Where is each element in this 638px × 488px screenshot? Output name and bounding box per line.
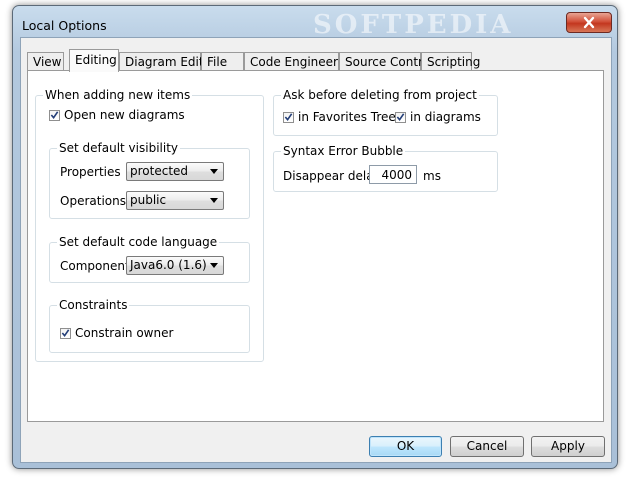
properties-visibility-value: protected bbox=[130, 164, 189, 178]
adding-items-legend: When adding new items bbox=[43, 88, 193, 102]
syntax-bubble-group: Syntax Error Bubble Disappear delay: ms bbox=[273, 144, 498, 192]
properties-visibility-select[interactable]: protected bbox=[126, 162, 224, 181]
cancel-button[interactable]: Cancel bbox=[450, 436, 524, 457]
properties-label: Properties bbox=[60, 165, 121, 179]
constrain-owner-checkbox[interactable]: Constrain owner bbox=[60, 326, 173, 340]
operations-visibility-value: public bbox=[130, 193, 167, 207]
components-label: Components bbox=[60, 259, 136, 273]
operations-label: Operations bbox=[60, 194, 126, 208]
editing-tab-panel: When adding new items Open new diagrams … bbox=[27, 70, 604, 422]
adding-items-group: When adding new items Open new diagrams … bbox=[35, 88, 264, 362]
open-new-diagrams-checkbox[interactable]: Open new diagrams bbox=[49, 108, 185, 122]
close-button[interactable] bbox=[566, 12, 612, 33]
favorites-tree-label: in Favorites Tree bbox=[298, 110, 396, 124]
window-title: Local Options bbox=[22, 18, 107, 33]
open-new-diagrams-label: Open new diagrams bbox=[64, 108, 185, 122]
chevron-down-icon bbox=[210, 198, 218, 203]
apply-button[interactable]: Apply bbox=[531, 436, 605, 457]
checkbox-box[interactable] bbox=[283, 111, 294, 123]
in-diagrams-label: in diagrams bbox=[410, 110, 481, 124]
chevron-down-icon bbox=[210, 263, 218, 268]
checkbox-box[interactable] bbox=[60, 327, 71, 339]
dialog-client-area: View Editing Diagram Editing File Code E… bbox=[20, 37, 612, 463]
checkbox-box[interactable] bbox=[395, 111, 406, 123]
visibility-legend: Set default visibility bbox=[57, 141, 181, 155]
operations-visibility-select[interactable]: public bbox=[126, 191, 224, 210]
checkmark-icon bbox=[284, 113, 293, 122]
checkmark-icon bbox=[61, 329, 70, 338]
ask-before-delete-group: Ask before deleting from project in Favo… bbox=[273, 88, 498, 136]
checkmark-icon bbox=[396, 113, 405, 122]
tab-editing[interactable]: Editing bbox=[69, 49, 119, 72]
code-language-group: Set default code language Components Jav… bbox=[49, 235, 250, 283]
tab-source-control[interactable]: Source Control bbox=[339, 52, 433, 70]
tab-file[interactable]: File bbox=[201, 52, 244, 70]
tab-scripting[interactable]: Scripting bbox=[421, 52, 480, 70]
softpedia-watermark: SOFTPEDIA bbox=[313, 10, 514, 40]
tab-code-engineering[interactable]: Code Engineering bbox=[244, 52, 357, 70]
close-icon bbox=[583, 16, 595, 29]
checkbox-box[interactable] bbox=[49, 109, 60, 121]
favorites-tree-checkbox[interactable]: in Favorites Tree bbox=[283, 110, 396, 124]
in-diagrams-checkbox[interactable]: in diagrams bbox=[395, 110, 481, 124]
constraints-legend: Constraints bbox=[57, 298, 130, 312]
components-language-select[interactable]: Java6.0 (1.6) bbox=[126, 256, 224, 275]
constrain-owner-label: Constrain owner bbox=[75, 326, 174, 340]
disappear-delay-input[interactable] bbox=[369, 165, 417, 184]
code-language-legend: Set default code language bbox=[57, 235, 220, 249]
ok-button[interactable]: OK bbox=[369, 436, 442, 457]
components-language-value: Java6.0 (1.6) bbox=[130, 258, 207, 272]
visibility-group: Set default visibility Properties protec… bbox=[49, 141, 250, 219]
delay-unit-label: ms bbox=[423, 169, 441, 183]
ask-before-delete-legend: Ask before deleting from project bbox=[281, 88, 479, 102]
tab-diagram-editing[interactable]: Diagram Editing bbox=[119, 52, 222, 70]
chevron-down-icon bbox=[210, 169, 218, 174]
local-options-window: Local Options SOFTPEDIA View Editing Dia… bbox=[12, 5, 618, 469]
constraints-group: Constraints Constrain owner bbox=[49, 298, 250, 353]
checkmark-icon bbox=[50, 111, 59, 120]
tab-view[interactable]: View bbox=[27, 52, 64, 70]
syntax-bubble-legend: Syntax Error Bubble bbox=[281, 144, 406, 158]
